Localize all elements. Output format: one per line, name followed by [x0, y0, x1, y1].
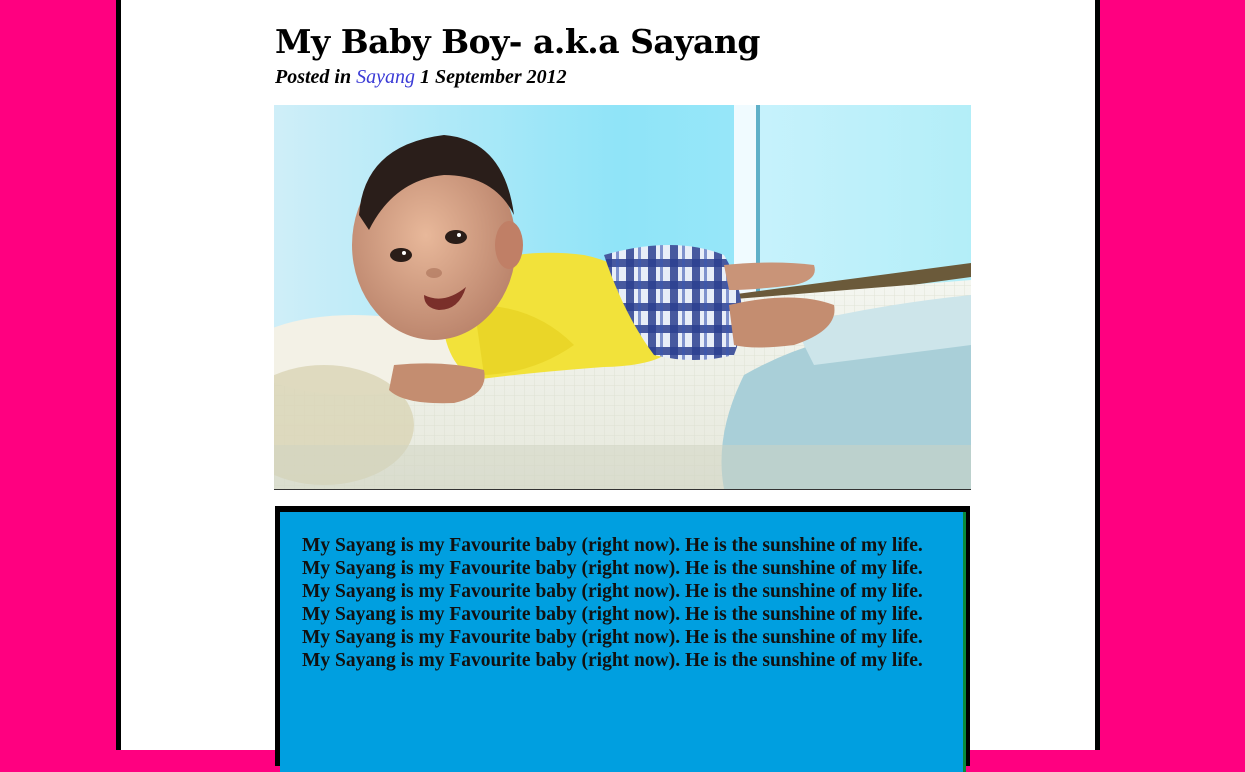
post-meta: Posted in Sayang 1 September 2012: [275, 66, 567, 89]
post-photo[interactable]: [274, 105, 971, 490]
category-link[interactable]: Sayang: [356, 66, 415, 88]
post-title: My Baby Boy- a.k.a Sayang: [275, 22, 760, 61]
post-content-background: My Sayang is my Favourite baby (right no…: [280, 512, 966, 772]
posted-in-label: Posted in: [275, 66, 352, 88]
page-content: My Baby Boy- a.k.a Sayang Posted in Saya…: [121, 0, 1095, 772]
post-date: 1 September 2012: [420, 66, 567, 88]
baby-photo-image: [274, 105, 971, 489]
page-frame: My Baby Boy- a.k.a Sayang Posted in Saya…: [116, 0, 1100, 772]
post-content-box: My Sayang is my Favourite baby (right no…: [275, 506, 970, 772]
post-body-text: My Sayang is my Favourite baby (right no…: [302, 535, 923, 671]
